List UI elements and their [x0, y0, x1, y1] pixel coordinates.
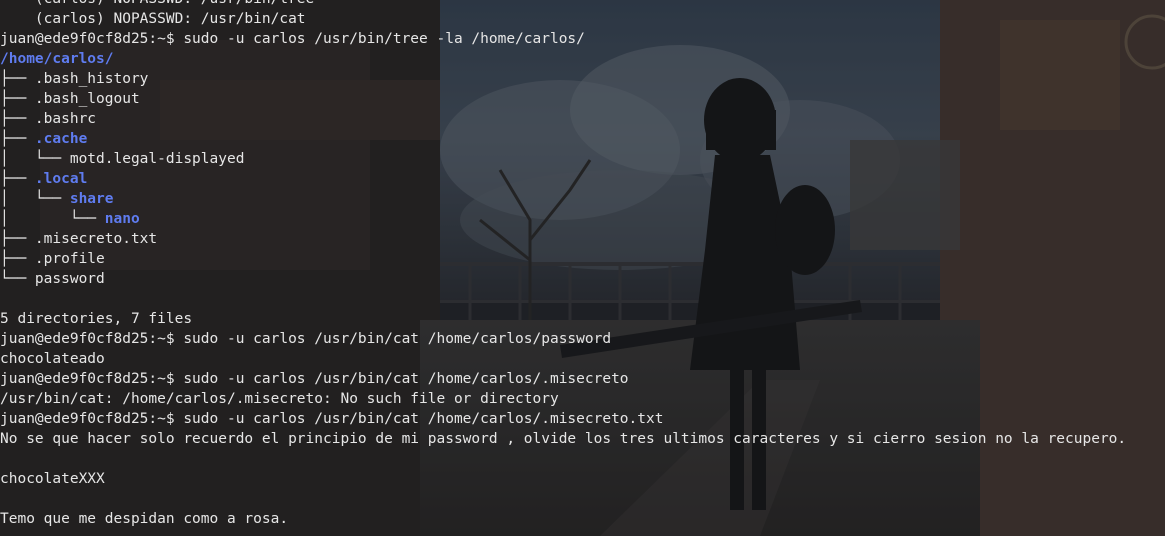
terminal-line: (carlos) NOPASSWD: /usr/bin/tree [0, 0, 1165, 9]
directory-name: share [69, 191, 114, 207]
terminal-line: chocolateado [0, 349, 1165, 369]
terminal-line: /home/carlos/ [0, 49, 1165, 69]
terminal-window[interactable]: (carlos) NOPASSWD: /usr/bin/tree (carlos… [0, 0, 1165, 536]
terminal-line: │ └── nano [0, 209, 1165, 229]
terminal-text: No se que hacer solo recuerdo el princip… [0, 431, 1127, 447]
terminal-line: ├── .profile [0, 249, 1165, 269]
terminal-text: chocolateXXX [0, 471, 105, 487]
terminal-text: │ └── [0, 211, 105, 227]
terminal-text: ├── .profile [0, 251, 105, 267]
terminal-line: │ └── motd.legal-displayed [0, 149, 1165, 169]
directory-name: /home/carlos/ [0, 51, 114, 67]
terminal-line: Temo que me despidan como a rosa. [0, 509, 1165, 529]
terminal-text: ├── .bash_history [0, 71, 149, 87]
terminal-text: juan@ede9f0cf8d25:~$ sudo -u carlos /usr… [0, 411, 664, 427]
terminal-line: (carlos) NOPASSWD: /usr/bin/cat [0, 9, 1165, 29]
terminal-text: juan@ede9f0cf8d25:~$ sudo -u carlos /usr… [0, 371, 629, 387]
directory-name: .cache [34, 131, 88, 147]
terminal-text: juan@ede9f0cf8d25:~$ sudo -u carlos /usr… [0, 31, 585, 47]
terminal-text: (carlos) NOPASSWD: /usr/bin/tree [0, 0, 314, 7]
terminal-line: ├── .bash_logout [0, 89, 1165, 109]
terminal-text: ├── .misecreto.txt [0, 231, 158, 247]
terminal-line: └── password [0, 269, 1165, 289]
terminal-text: Temo que me despidan como a rosa. [0, 511, 289, 527]
terminal-text: chocolateado [0, 351, 105, 367]
terminal-text: │ └── [0, 191, 70, 207]
directory-name: .local [34, 171, 88, 187]
terminal-line: chocolateXXX [0, 469, 1165, 489]
terminal-text: ├── .bash_logout [0, 91, 140, 107]
terminal-line: No se que hacer solo recuerdo el princip… [0, 429, 1165, 449]
terminal-text: └── password [0, 271, 105, 287]
terminal-text: │ └── motd.legal-displayed [0, 151, 245, 167]
terminal-line: juan@ede9f0cf8d25:~$ sudo -u carlos /usr… [0, 409, 1165, 429]
terminal-line: ├── .cache [0, 129, 1165, 149]
terminal-text: 5 directories, 7 files [0, 311, 193, 327]
terminal-line: juan@ede9f0cf8d25:~$ sudo -u carlos /usr… [0, 29, 1165, 49]
terminal-line: juan@ede9f0cf8d25:~$ sudo -u carlos /usr… [0, 369, 1165, 389]
terminal-line: ├── .misecreto.txt [0, 229, 1165, 249]
terminal-line: /usr/bin/cat: /home/carlos/.misecreto: N… [0, 389, 1165, 409]
terminal-text: ├── .bashrc [0, 111, 97, 127]
terminal-text: ├── [0, 171, 35, 187]
terminal-line: 5 directories, 7 files [0, 309, 1165, 329]
terminal-text: ├── [0, 131, 35, 147]
terminal-line: ├── .bash_history [0, 69, 1165, 89]
terminal-line: ├── .bashrc [0, 109, 1165, 129]
terminal-text: /usr/bin/cat: /home/carlos/.misecreto: N… [0, 391, 559, 407]
terminal-line: ├── .local [0, 169, 1165, 189]
terminal-text: (carlos) NOPASSWD: /usr/bin/cat [0, 11, 306, 27]
terminal-text: juan@ede9f0cf8d25:~$ sudo -u carlos /usr… [0, 331, 612, 347]
terminal-line: │ └── share [0, 189, 1165, 209]
terminal-line: juan@ede9f0cf8d25:~$ sudo -u carlos /usr… [0, 329, 1165, 349]
terminal-output[interactable]: (carlos) NOPASSWD: /usr/bin/tree (carlos… [0, 0, 1165, 529]
directory-name: nano [104, 211, 140, 227]
